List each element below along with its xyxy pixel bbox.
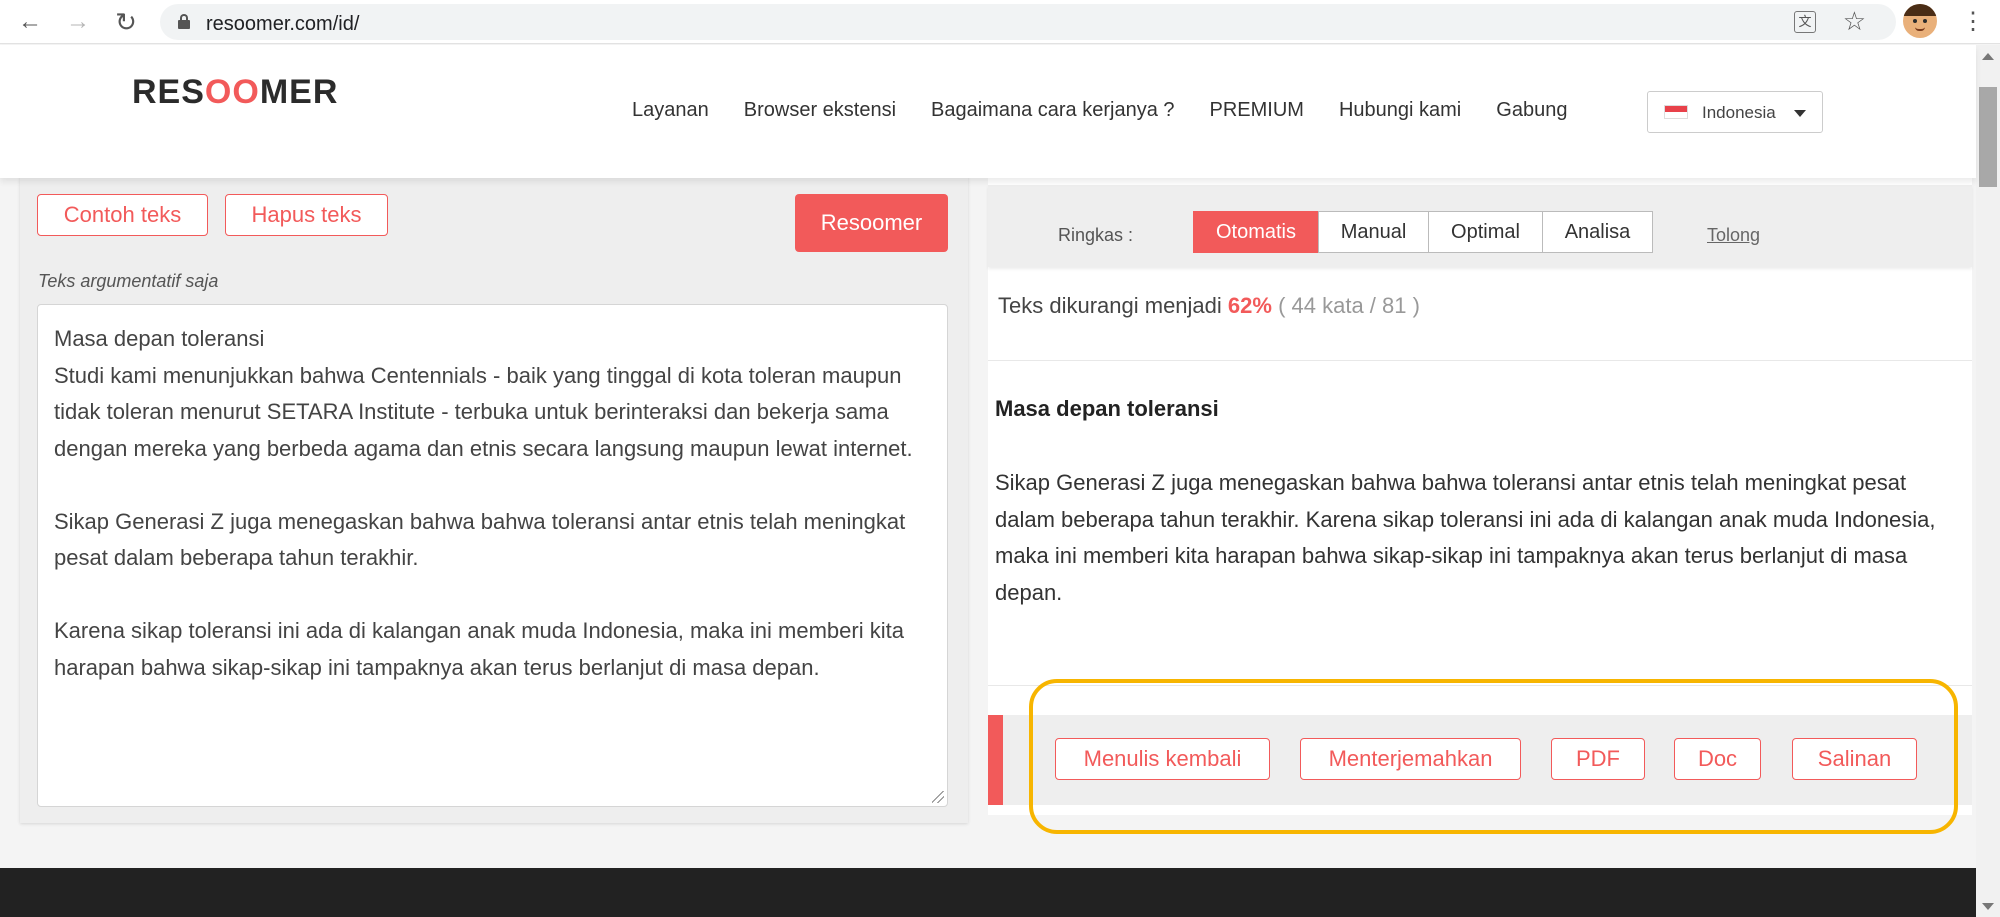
reduction-stats: Teks dikurangi menjadi 62% ( 44 kata / 8… <box>998 293 1420 318</box>
summary-text: Sikap Generasi Z juga menegaskan bahwa b… <box>995 470 1936 605</box>
input-paragraph: Karena sikap toleransi ini ada di kalang… <box>54 618 904 680</box>
browser-menu-icon[interactable]: ⋮ <box>1958 6 1988 38</box>
input-paragraph: Studi kami menunjukkan bahwa Centennials… <box>54 362 913 461</box>
forward-icon[interactable]: → <box>62 6 94 38</box>
scroll-down-icon[interactable] <box>1982 903 1994 910</box>
reduction-percent: 62% <box>1227 293 1272 318</box>
resoomer-logo[interactable]: RESOOMER <box>132 73 338 112</box>
nav-link-hubungi-kami[interactable]: Hubungi kami <box>1339 99 1461 122</box>
nav-link-cara-kerja[interactable]: Bagaimana cara kerjanya ? <box>931 99 1174 122</box>
resize-handle-icon[interactable] <box>932 791 944 803</box>
input-paragraph: Masa depan toleransi <box>54 326 265 351</box>
summary-mode-bar: Ringkas : Otomatis Manual Optimal Analis… <box>988 185 1972 267</box>
language-label: Indonesia <box>1702 103 1776 122</box>
input-textarea[interactable]: Masa depan toleransi Studi kami menunjuk… <box>37 304 948 807</box>
word-count: ( 44 kata / 81 ) <box>1278 293 1420 318</box>
url-text[interactable]: resoomer.com/id/ <box>206 13 359 36</box>
sample-text-button[interactable]: Contoh teks <box>37 194 208 236</box>
mode-label: Ringkas : <box>1058 225 1134 245</box>
mode-tabs: Otomatis Manual Optimal Analisa <box>1193 211 1653 253</box>
divider <box>988 360 1972 361</box>
input-paragraph: Sikap Generasi Z juga menegaskan bahwa b… <box>54 508 906 571</box>
input-hint: Teks argumentatif saja <box>38 271 219 291</box>
highlight-annotation <box>1029 679 1958 834</box>
input-panel: Contoh teks Hapus teks Resoomer Teks arg… <box>20 175 968 823</box>
tab-optimal[interactable]: Optimal <box>1428 211 1543 253</box>
summary-title: Masa depan toleransi <box>995 396 1219 421</box>
bookmark-star-icon[interactable]: ☆ <box>1843 6 1866 37</box>
help-link[interactable]: Tolong <box>1707 225 1760 246</box>
nav-link-browser-ekstensi[interactable]: Browser ekstensi <box>744 99 896 122</box>
tab-otomatis[interactable]: Otomatis <box>1193 211 1319 253</box>
indonesia-flag-icon <box>1664 105 1688 119</box>
address-bar[interactable]: resoomer.com/id/ 文 ☆ <box>160 4 1896 40</box>
lock-icon <box>178 14 190 29</box>
reload-icon[interactable]: ↻ <box>110 6 142 38</box>
chevron-down-icon <box>1794 110 1806 117</box>
site-footer <box>0 868 1976 917</box>
language-select[interactable]: Indonesia <box>1647 91 1823 133</box>
scroll-thumb[interactable] <box>1979 87 1997 187</box>
browser-toolbar: ← → ↻ resoomer.com/id/ 文 ☆ ⋮ <box>0 0 2000 44</box>
clear-text-button[interactable]: Hapus teks <box>225 194 388 236</box>
page-scrollbar[interactable] <box>1976 45 2000 917</box>
accent-stripe <box>988 715 1003 805</box>
site-header: RESOOMER Layanan Browser ekstensi Bagaim… <box>0 45 1976 178</box>
profile-avatar-icon[interactable] <box>1903 4 1937 38</box>
resoomer-submit-button[interactable]: Resoomer <box>795 194 948 252</box>
nav-link-layanan[interactable]: Layanan <box>632 99 709 122</box>
tab-analisa[interactable]: Analisa <box>1542 211 1653 253</box>
main-nav: Layanan Browser ekstensi Bagaimana cara … <box>632 99 1567 122</box>
nav-link-gabung[interactable]: Gabung <box>1496 99 1567 122</box>
translate-icon[interactable]: 文 <box>1794 11 1816 33</box>
back-icon[interactable]: ← <box>14 6 46 38</box>
scroll-up-icon[interactable] <box>1982 53 1994 60</box>
tab-manual[interactable]: Manual <box>1318 211 1429 253</box>
nav-link-premium[interactable]: PREMIUM <box>1210 99 1304 122</box>
